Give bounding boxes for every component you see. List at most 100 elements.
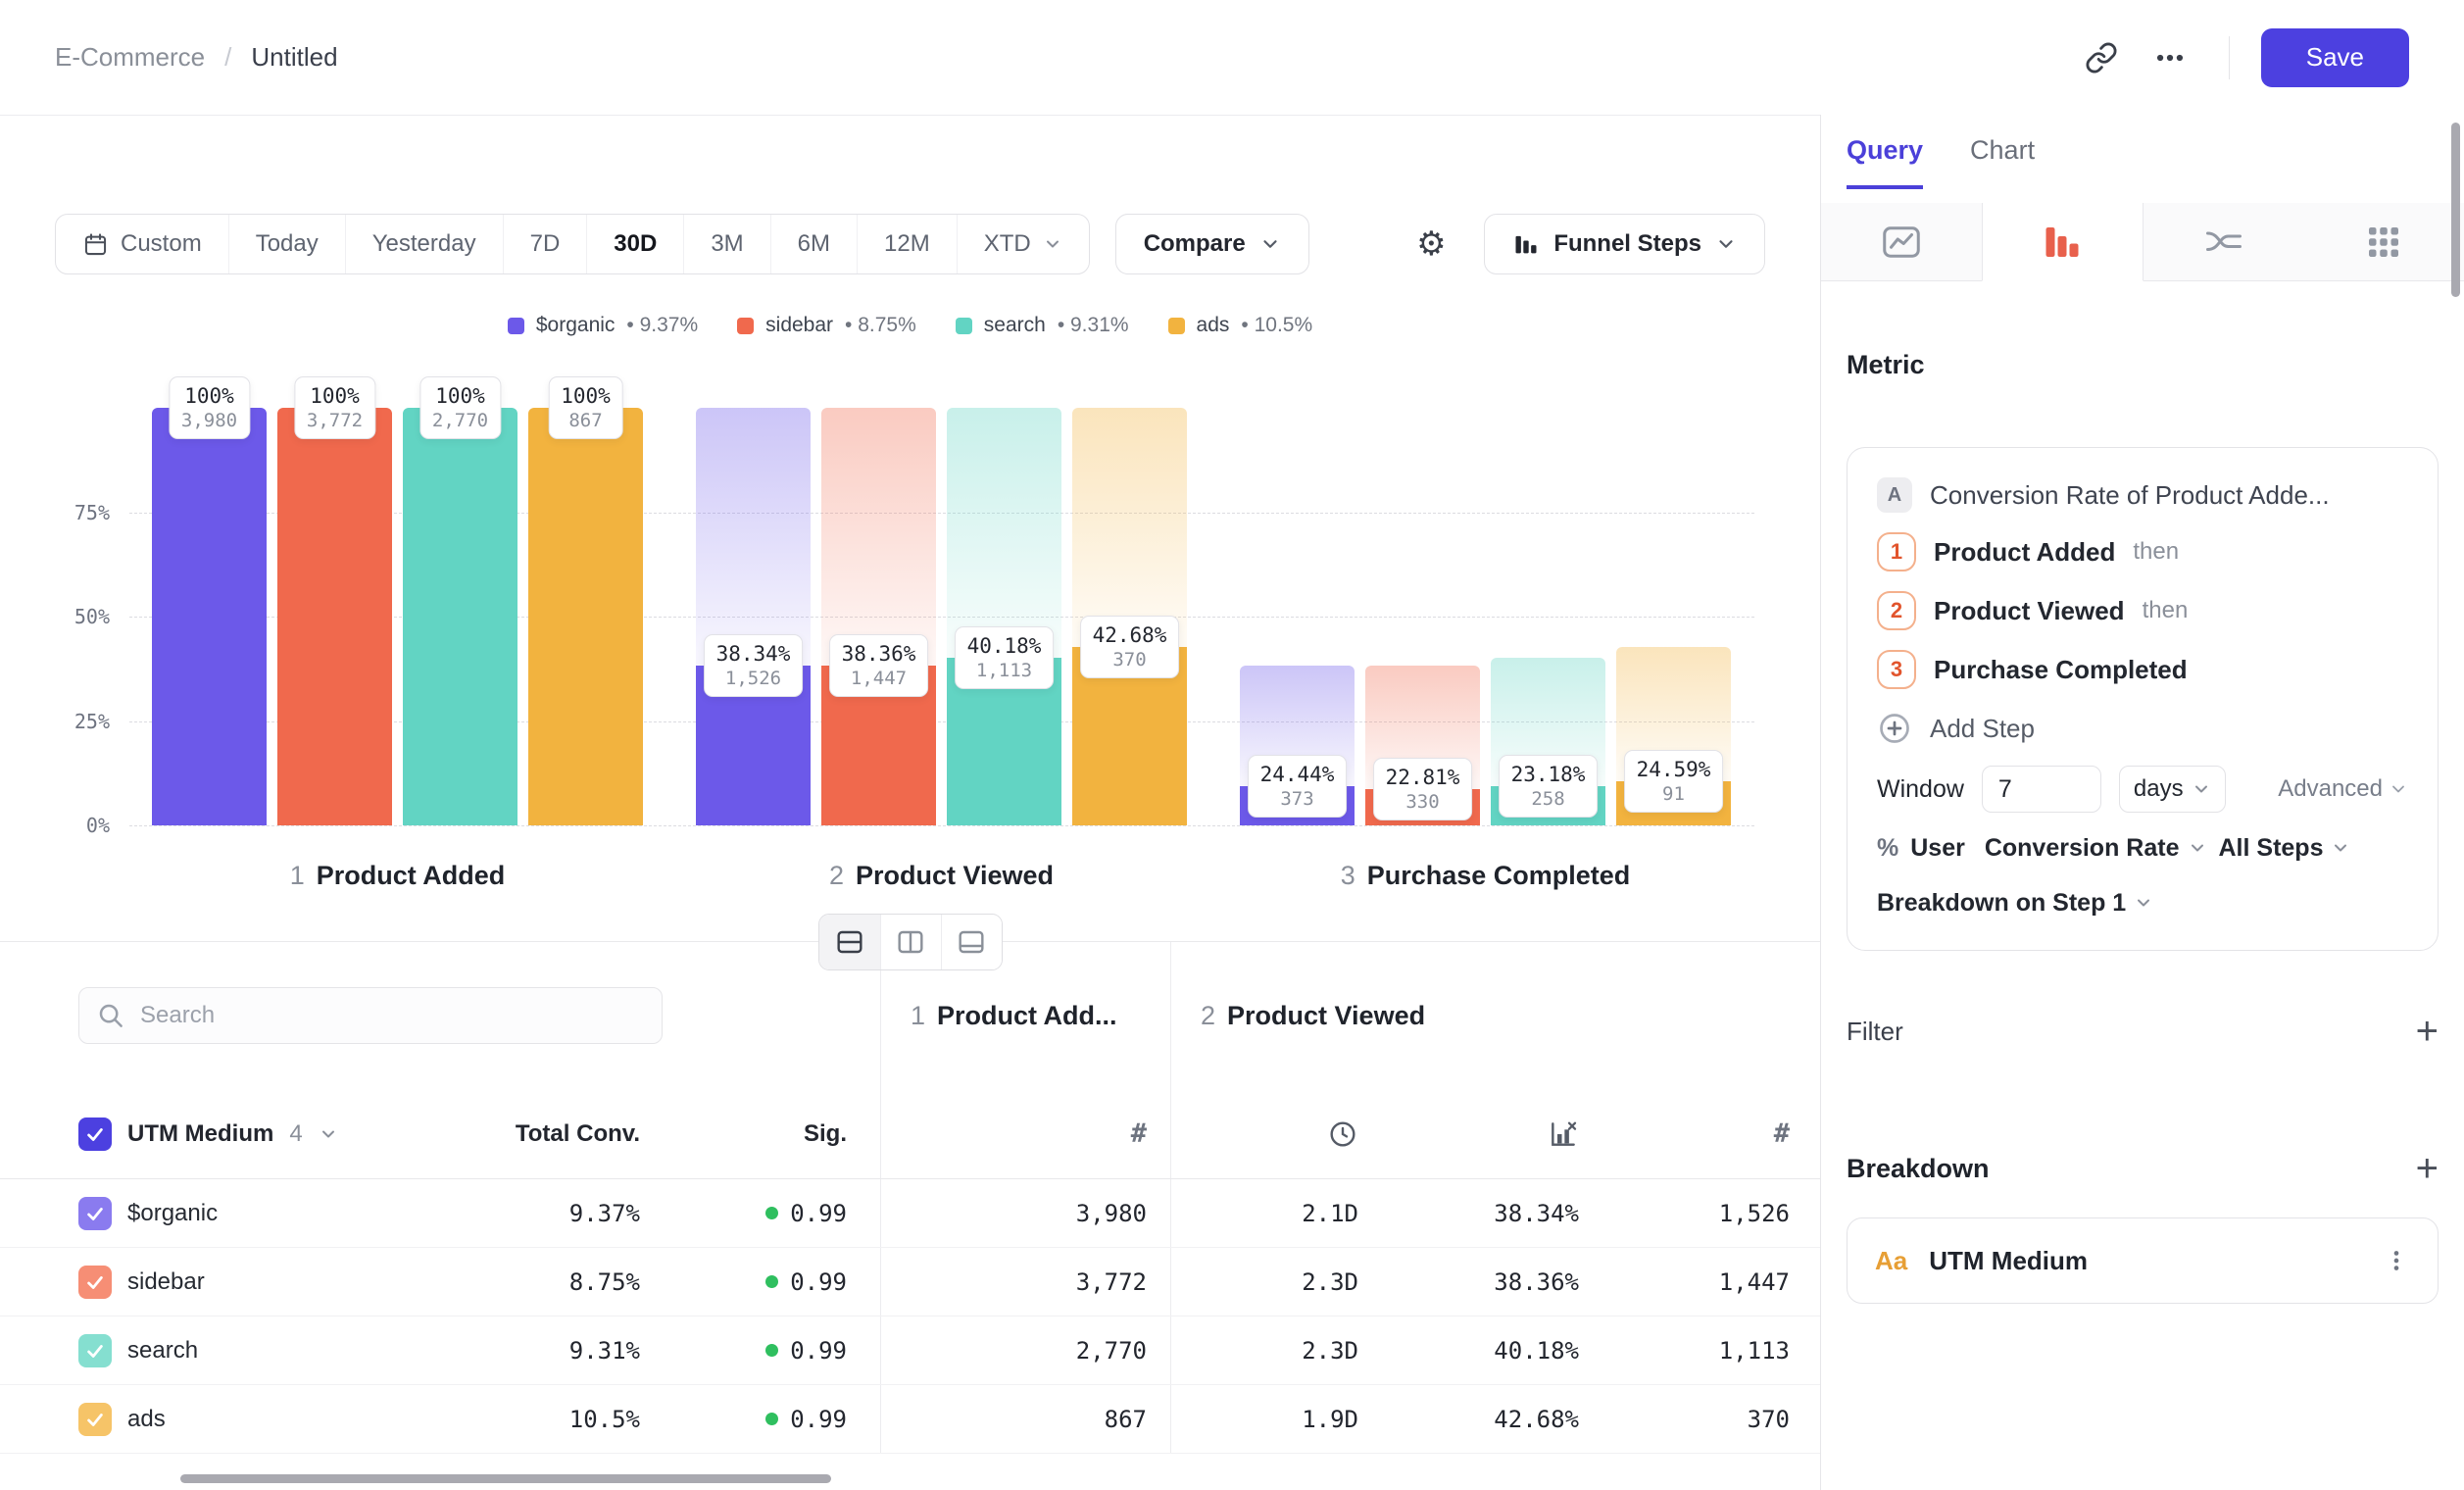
step2-time-header[interactable] — [1170, 1089, 1382, 1178]
add-filter-button[interactable]: + — [2416, 1012, 2439, 1051]
range-label: 6M — [798, 230, 830, 258]
range-today[interactable]: Today — [228, 215, 345, 273]
total-conv-header[interactable]: Total Conv. — [516, 1120, 640, 1148]
breakdown-options-button[interactable] — [2383, 1247, 2410, 1274]
step2-convrate-header[interactable] — [1382, 1089, 1602, 1178]
funnel-bar-organic[interactable]: 100%3,980 — [152, 408, 267, 825]
row-checkbox[interactable] — [78, 1266, 112, 1299]
y-axis-tick: 75% — [0, 501, 110, 524]
chart-type-button[interactable]: Funnel Steps — [1484, 214, 1765, 274]
table-row-sidebar[interactable]: sidebar8.75%0.993,7722.3D38.36%1,447 — [0, 1248, 1820, 1316]
percent-icon[interactable]: % — [1877, 834, 1898, 863]
row-checkbox[interactable] — [78, 1197, 112, 1230]
row-name-cell: search — [0, 1316, 441, 1384]
add-breakdown-button[interactable]: + — [2416, 1149, 2439, 1188]
range-7d[interactable]: 7D — [503, 215, 587, 273]
range-yesterday[interactable]: Yesterday — [345, 215, 503, 273]
vertical-scrollbar[interactable] — [2451, 123, 2460, 297]
step1-count-cell: 3,772 — [880, 1248, 1170, 1316]
tab-chart[interactable]: Chart — [1970, 115, 2035, 189]
legend-item[interactable]: ads• 10.5% — [1168, 314, 1313, 337]
breakdown-property-card[interactable]: Aa UTM Medium — [1847, 1217, 2439, 1304]
advanced-toggle[interactable]: Advanced — [2278, 775, 2408, 803]
bar-count-label: 258 — [1511, 788, 1586, 810]
metric-title-row[interactable]: A Conversion Rate of Product Adde... — [1877, 475, 2408, 515]
share-link-button[interactable] — [2074, 30, 2129, 85]
bottom-panel-layout-button[interactable] — [941, 915, 1002, 969]
bar-value-tag: 100%3,980 — [169, 376, 250, 439]
metric-step-1[interactable]: 1Product Addedthen — [1877, 530, 2408, 573]
funnel-bar-search[interactable]: 100%2,770 — [403, 408, 517, 825]
breakdown-on-step-selector[interactable]: Breakdown on Step 1 — [1877, 883, 2408, 922]
step2-conv-value: 38.36% — [1494, 1268, 1579, 1296]
funnel-bar-organic[interactable]: 24.44%373 — [1240, 408, 1355, 825]
window-value-input[interactable] — [1982, 766, 2101, 813]
steps-scope-selector[interactable]: All Steps — [2219, 834, 2351, 863]
compare-button[interactable]: Compare — [1115, 214, 1309, 274]
sig-header[interactable]: Sig. — [804, 1120, 847, 1148]
range-6m[interactable]: 6M — [770, 215, 857, 273]
table-row-organic[interactable]: $organic9.37%0.993,9802.1D38.34%1,526 — [0, 1179, 1820, 1248]
bar-pct-label: 24.44% — [1260, 763, 1335, 786]
funnel-bar-sidebar[interactable]: 38.36%1,447 — [821, 408, 936, 825]
table-row-ads[interactable]: ads10.5%0.998671.9D42.68%370 — [0, 1385, 1820, 1454]
chart-type-tabs — [1821, 203, 2464, 281]
rows-layout-button[interactable] — [819, 915, 880, 969]
retention-chart-tab[interactable] — [2144, 203, 2304, 281]
range-custom[interactable]: Custom — [56, 215, 228, 273]
more-options-button[interactable] — [2143, 30, 2197, 85]
metric-step-3[interactable]: 3Purchase Completed — [1877, 648, 2408, 691]
table-row-search[interactable]: search9.31%0.992,7702.3D40.18%1,113 — [0, 1316, 1820, 1385]
step-number: 2 — [829, 861, 844, 891]
legend-item[interactable]: $organic• 9.37% — [508, 314, 698, 337]
range-30d[interactable]: 30D — [586, 215, 683, 273]
funnel-bar-ads[interactable]: 42.68%370 — [1072, 408, 1187, 825]
entity-selector[interactable]: User — [1910, 834, 1965, 863]
insights-chart-tab[interactable] — [1821, 203, 1982, 281]
row-checkbox[interactable] — [78, 1403, 112, 1436]
breadcrumb-report-title[interactable]: Untitled — [251, 42, 337, 73]
row-checkbox[interactable] — [78, 1334, 112, 1367]
window-unit-select[interactable]: days — [2119, 766, 2226, 813]
step2-time-cell: 2.3D — [1170, 1316, 1382, 1384]
bar-value-tag: 40.18%1,113 — [955, 626, 1055, 689]
bar-count-label: 1,447 — [842, 668, 916, 689]
y-axis-tick: 0% — [0, 814, 110, 837]
breadcrumb-project[interactable]: E-Commerce — [55, 42, 205, 73]
search-input[interactable] — [78, 987, 663, 1044]
columns-layout-button[interactable] — [880, 915, 941, 969]
funnel-step-labels: 1Product Added2Product Viewed3Purchase C… — [0, 855, 1820, 896]
funnel-bar-organic[interactable]: 38.34%1,526 — [696, 408, 811, 825]
funnel-bar-sidebar[interactable]: 100%3,772 — [277, 408, 392, 825]
select-all-checkbox[interactable] — [78, 1118, 112, 1151]
funnel-bar-ads[interactable]: 24.59%91 — [1616, 408, 1731, 825]
range-12m[interactable]: 12M — [857, 215, 957, 273]
funnel-chart-tab[interactable] — [1982, 203, 2144, 281]
save-button[interactable]: Save — [2261, 28, 2409, 87]
range-xtd[interactable]: XTD — [957, 215, 1089, 273]
add-step-button[interactable]: Add Step — [1877, 707, 2408, 750]
legend-item[interactable]: sidebar• 8.75% — [737, 314, 916, 337]
window-unit-label: days — [2134, 775, 2184, 803]
breakdown-column-label[interactable]: UTM Medium — [127, 1120, 273, 1148]
metric-step-2[interactable]: 2Product Viewedthen — [1877, 589, 2408, 632]
step2-count-header[interactable]: # — [1602, 1089, 1815, 1178]
step2-conv-value: 42.68% — [1494, 1406, 1579, 1433]
line-chart-icon — [1881, 222, 1922, 263]
bar-value-tag: 24.59%91 — [1624, 750, 1724, 813]
horizontal-scrollbar[interactable] — [180, 1474, 831, 1483]
funnel-bar-sidebar[interactable]: 22.81%330 — [1365, 408, 1480, 825]
legend-series-pct: • 9.37% — [626, 314, 698, 337]
funnel-bar-search[interactable]: 23.18%258 — [1491, 408, 1605, 825]
legend-item[interactable]: search• 9.31% — [956, 314, 1129, 337]
table-header-columns: UTM Medium 4 Total Conv. Sig. # # — [0, 1089, 1820, 1179]
step1-count-header[interactable]: # — [880, 1089, 1170, 1178]
tab-query[interactable]: Query — [1847, 115, 1923, 189]
grid-chart-tab[interactable] — [2304, 203, 2464, 281]
chart-settings-button[interactable]: ⚙ — [1404, 217, 1458, 272]
range-3m[interactable]: 3M — [683, 215, 769, 273]
funnel-bar-search[interactable]: 40.18%1,113 — [947, 408, 1061, 825]
funnel-bar-ads[interactable]: 100%867 — [528, 408, 643, 825]
metric-type-selector[interactable]: Conversion Rate — [1985, 834, 2207, 863]
bottom-panel-icon — [956, 926, 987, 958]
